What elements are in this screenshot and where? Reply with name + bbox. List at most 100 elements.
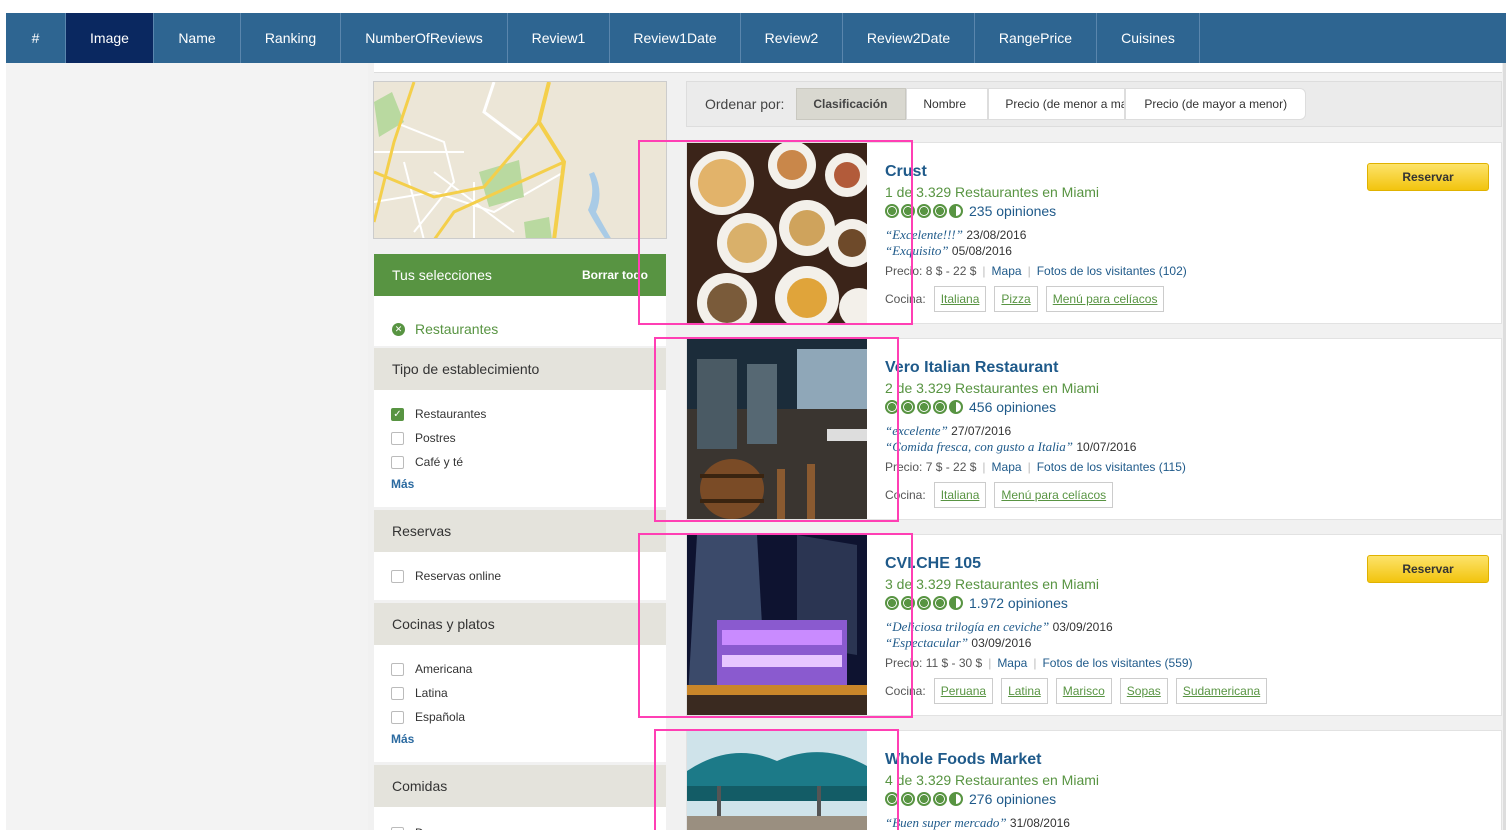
- cuisines-title: Cocinas y platos: [392, 616, 495, 632]
- separator: |: [1027, 460, 1031, 474]
- restaurant-name-link[interactable]: CVI.CHE 105: [885, 555, 1365, 573]
- establishment-option[interactable]: Café y té: [374, 450, 666, 474]
- price-row: Precio: 7 $ - 22 $ | Mapa | Fotos de los vis…: [885, 460, 1365, 474]
- visitor-photos-link[interactable]: Fotos de los visitantes (102): [1037, 264, 1187, 278]
- cuisine-tag[interactable]: Latina: [1001, 678, 1048, 704]
- left-empty-area: [6, 63, 368, 830]
- remove-filter-icon[interactable]: ✕: [392, 322, 405, 336]
- cuisine-row: Cocina: Peruana Latina Marisco Sopas Sudameri…: [885, 678, 1365, 704]
- checkbox[interactable]: [391, 455, 404, 469]
- highlight-box: [638, 140, 913, 325]
- reservations-option[interactable]: Reservas online: [374, 564, 666, 588]
- restaurant-name-link[interactable]: Whole Foods Market: [885, 751, 1365, 769]
- checkbox[interactable]: [391, 710, 404, 724]
- cuisine-tag[interactable]: Sudamericana: [1175, 678, 1268, 704]
- restaurant-name-link[interactable]: Vero Italian Restaurant: [885, 359, 1365, 377]
- selections-header: Tus selecciones Borrar todo: [374, 254, 666, 296]
- cuisine-option-label: Americana: [415, 662, 473, 676]
- column-header-image[interactable]: Image: [66, 13, 154, 63]
- establishment-option-label: Café y té: [415, 455, 464, 469]
- rating-bubble: [949, 400, 963, 414]
- review1-date: 23/08/2016: [966, 228, 1027, 242]
- review1-date: 03/09/2016: [1052, 620, 1113, 634]
- reservations-section-header[interactable]: Reservas: [374, 510, 666, 552]
- meals-section-header[interactable]: Comidas: [374, 765, 666, 807]
- review-count-link[interactable]: 276 opiniones: [969, 791, 1056, 807]
- review-count-link[interactable]: 235 opiniones: [969, 203, 1056, 219]
- rating-bubble: [949, 792, 963, 806]
- restaurant-info: Whole Foods Market 4 de 3.329 Restaurante…: [885, 751, 1365, 830]
- establishment-option-label: Restaurantes: [415, 407, 487, 421]
- rating-bubble: [917, 400, 931, 414]
- review1-date: 27/07/2016: [951, 424, 1012, 438]
- checkbox[interactable]: [391, 431, 404, 445]
- review1-date: 31/08/2016: [1009, 816, 1070, 830]
- checkbox[interactable]: [391, 686, 404, 700]
- reserve-button[interactable]: Reservar: [1367, 555, 1489, 583]
- cuisine-tag[interactable]: Menú para celíacos: [1045, 286, 1165, 312]
- price-range: 11 $ - 30 $: [925, 656, 983, 670]
- column-header-name[interactable]: Name: [154, 13, 241, 63]
- column-header-review1[interactable]: Review1: [508, 13, 610, 63]
- establishment-section-header[interactable]: Tipo de establecimiento: [374, 348, 666, 390]
- establishment-option-label: Postres: [415, 431, 456, 445]
- review2-date: 03/09/2016: [971, 636, 1032, 650]
- checkbox-checked[interactable]: ✓: [391, 407, 404, 421]
- cuisines-more-link[interactable]: Más: [374, 729, 666, 749]
- sort-option[interactable]: Precio (de menor a ma: [988, 88, 1126, 120]
- rating-bubble: [901, 792, 915, 806]
- establishment-more-link[interactable]: Más: [374, 474, 666, 494]
- checkbox[interactable]: [391, 569, 404, 583]
- sort-option[interactable]: Nombre: [906, 88, 989, 120]
- cuisine-tag[interactable]: Menú para celíacos: [994, 482, 1114, 508]
- restaurant-info: Crust 1 de 3.329 Restaurantes en Miami 235…: [885, 163, 1365, 312]
- cuisine-tag[interactable]: Marisco: [1055, 678, 1112, 704]
- map-link[interactable]: Mapa: [992, 264, 1022, 278]
- column-header-review2date[interactable]: Review2Date: [843, 13, 975, 63]
- establishment-title: Tipo de establecimiento: [392, 361, 540, 377]
- cuisine-tag[interactable]: Italiana: [933, 482, 987, 508]
- reserve-button[interactable]: Reservar: [1367, 163, 1489, 191]
- establishment-option[interactable]: Postres: [374, 426, 666, 450]
- price-row: Precio: 8 $ - 22 $ | Mapa | Fotos de los vis…: [885, 264, 1365, 278]
- visitor-photos-link[interactable]: Fotos de los visitantes (115): [1037, 460, 1186, 474]
- rating-bubble: [917, 204, 931, 218]
- map-link[interactable]: Mapa: [997, 656, 1027, 670]
- review2-link[interactable]: “Comida fresca, con gusto a Italia”: [885, 439, 1073, 454]
- cuisine-tag[interactable]: Sopas: [1119, 678, 1168, 704]
- sort-option[interactable]: Clasificación: [796, 88, 907, 120]
- highlight-box: [638, 533, 913, 718]
- column-header-review1date[interactable]: Review1Date: [610, 13, 741, 63]
- cuisine-row: Cocina: Italiana Menú para celíacos: [885, 482, 1365, 508]
- cuisine-tag[interactable]: Italiana: [933, 286, 987, 312]
- cuisine-tag[interactable]: Peruana: [933, 678, 994, 704]
- column-header-ranking[interactable]: Ranking: [241, 13, 341, 63]
- restaurant-name-link[interactable]: Crust: [885, 163, 1365, 181]
- cuisines-options: Americana Latina Española Más: [374, 645, 666, 762]
- column-header-rangeprice[interactable]: RangePrice: [975, 13, 1097, 63]
- establishment-option[interactable]: ✓ Restaurantes: [374, 402, 666, 426]
- map-link[interactable]: Mapa: [992, 460, 1022, 474]
- column-header-numberofreviews[interactable]: NumberOfReviews: [341, 13, 508, 63]
- reservations-title: Reservas: [392, 523, 452, 539]
- column-header-cuisines[interactable]: Cuisines: [1097, 13, 1200, 63]
- review-count-link[interactable]: 456 opiniones: [969, 399, 1056, 415]
- cuisine-option[interactable]: Americana: [374, 657, 666, 681]
- map-thumbnail[interactable]: [373, 81, 667, 239]
- column-header-index[interactable]: #: [6, 13, 66, 63]
- cuisines-section-header[interactable]: Cocinas y platos: [374, 603, 666, 645]
- checkbox[interactable]: [391, 662, 404, 676]
- checkbox[interactable]: [391, 826, 404, 830]
- selected-filter[interactable]: ✕ Restaurantes: [374, 296, 666, 346]
- meal-option[interactable]: Desayuno: [374, 821, 666, 830]
- cuisine-option[interactable]: Latina: [374, 681, 666, 705]
- column-header-review2[interactable]: Review2: [741, 13, 843, 63]
- cuisine-tag[interactable]: Pizza: [994, 286, 1038, 312]
- visitor-photos-link[interactable]: Fotos de los visitantes (559): [1042, 656, 1192, 670]
- cuisine-option[interactable]: Española: [374, 705, 666, 729]
- rating-bubble: [933, 792, 947, 806]
- separator: |: [1027, 264, 1031, 278]
- review-count-link[interactable]: 1.972 opiniones: [969, 595, 1068, 611]
- sort-option[interactable]: Precio (de mayor a menor): [1125, 88, 1307, 120]
- review1-link[interactable]: “Buen super mercado”: [885, 815, 1007, 830]
